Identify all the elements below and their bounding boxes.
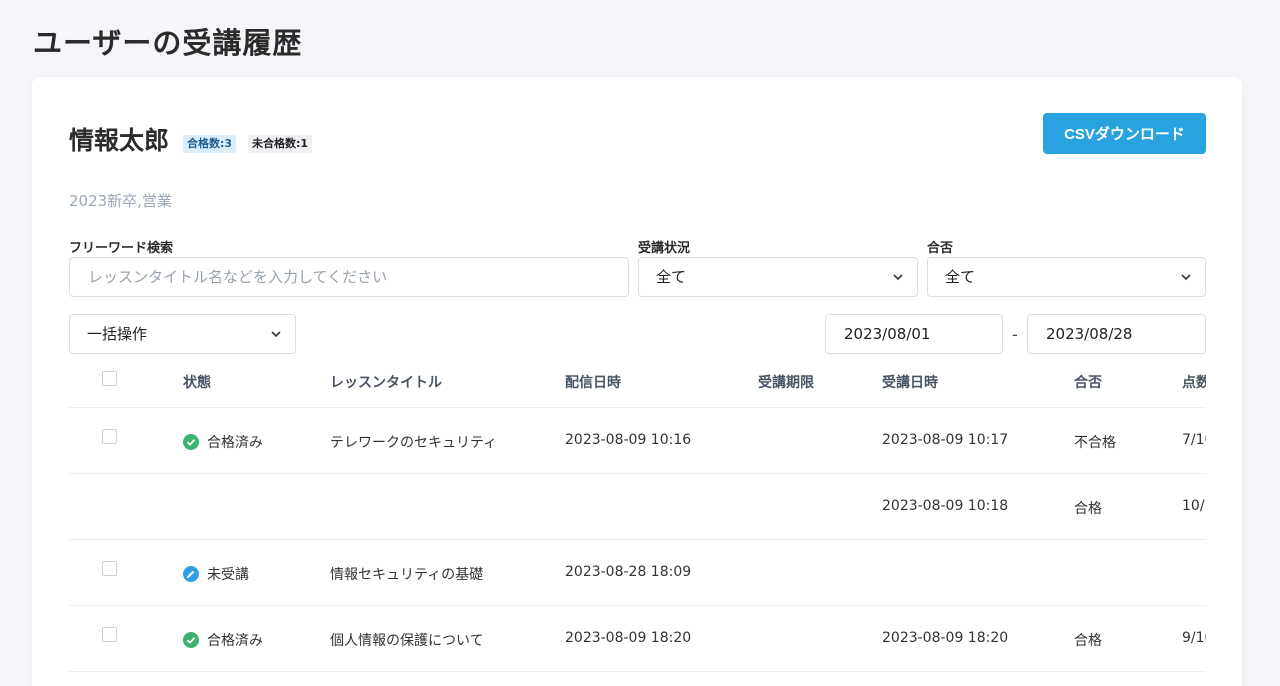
chevron-down-icon bbox=[271, 331, 281, 338]
date-range-separator: - bbox=[1012, 325, 1018, 344]
row-taken: 2023-08-09 10:18 bbox=[882, 498, 1009, 514]
row-title: 情報セキュリティの基礎 bbox=[330, 567, 484, 583]
header-score: 点数 bbox=[1182, 375, 1206, 391]
bulk-action-value: 一括操作 bbox=[87, 325, 148, 343]
bulk-action-select[interactable]: 一括操作 bbox=[69, 314, 296, 354]
check-circle-icon bbox=[183, 434, 199, 450]
keyword-label: フリーワード検索 bbox=[69, 241, 174, 256]
result-filter-select[interactable]: 全て bbox=[927, 257, 1206, 297]
pass-count-badge: 合格数:3 bbox=[183, 135, 237, 153]
header-deadline: 受講期限 bbox=[758, 375, 814, 391]
row-divider bbox=[69, 473, 1206, 474]
row-divider bbox=[69, 671, 1206, 672]
row-title: 個人情報の保護について bbox=[330, 633, 484, 649]
row-delivered: 2023-08-09 18:20 bbox=[565, 630, 692, 646]
row-score: 9/10 bbox=[1182, 630, 1206, 646]
csv-download-button[interactable]: CSVダウンロード bbox=[1043, 113, 1206, 154]
row-status: 合格済み bbox=[183, 432, 263, 452]
header-status: 状態 bbox=[183, 375, 211, 391]
row-divider bbox=[69, 407, 1206, 408]
header-result: 合否 bbox=[1074, 375, 1102, 391]
row-result: 合格 bbox=[1074, 501, 1102, 517]
history-card: 情報太郎 合格数:3 未合格数:1 CSVダウンロード 2023新卒,営業 フリ… bbox=[32, 77, 1242, 686]
row-status: 未受講 bbox=[183, 564, 249, 584]
result-filter-label: 合否 bbox=[927, 241, 954, 256]
row-delivered: 2023-08-28 18:09 bbox=[565, 564, 692, 580]
status-filter-value: 全て bbox=[656, 268, 687, 286]
row-checkbox[interactable] bbox=[102, 429, 117, 444]
check-circle-icon bbox=[183, 632, 199, 648]
fail-count-badge: 未合格数:1 bbox=[248, 135, 313, 153]
row-divider bbox=[69, 605, 1206, 606]
header-taken: 受講日時 bbox=[882, 375, 938, 391]
score-column-clip: 点数 7/10 10/10 9/10 bbox=[1169, 357, 1206, 686]
user-name: 情報太郎 bbox=[69, 126, 170, 155]
chevron-down-icon bbox=[1181, 274, 1191, 281]
row-status: 合格済み bbox=[183, 630, 263, 650]
date-to-input[interactable]: 2023/08/28 bbox=[1027, 314, 1206, 354]
row-title: テレワークのセキュリティ bbox=[330, 435, 498, 451]
keyword-search-input[interactable]: レッスンタイトル名などを入力してください bbox=[69, 257, 629, 297]
select-all-checkbox[interactable] bbox=[102, 371, 117, 386]
pencil-circle-icon bbox=[183, 566, 199, 582]
header-title: レッスンタイトル bbox=[330, 375, 442, 391]
result-filter-value: 全て bbox=[945, 268, 976, 286]
row-result: 不合格 bbox=[1074, 435, 1116, 451]
row-result: 合格 bbox=[1074, 633, 1102, 649]
user-groups: 2023新卒,営業 bbox=[69, 192, 172, 210]
page-title: ユーザーの受講履歴 bbox=[33, 26, 303, 60]
header-delivered: 配信日時 bbox=[565, 375, 621, 391]
date-from-input[interactable]: 2023/08/01 bbox=[825, 314, 1003, 354]
row-checkbox[interactable] bbox=[102, 561, 117, 576]
chevron-down-icon bbox=[893, 274, 903, 281]
row-delivered: 2023-08-09 10:16 bbox=[565, 432, 692, 448]
row-score: 7/10 bbox=[1182, 432, 1206, 448]
row-divider bbox=[69, 539, 1206, 540]
row-taken: 2023-08-09 10:17 bbox=[882, 432, 1009, 448]
status-filter-select[interactable]: 全て bbox=[638, 257, 918, 297]
row-score: 10/10 bbox=[1182, 498, 1206, 514]
row-checkbox[interactable] bbox=[102, 627, 117, 642]
status-filter-label: 受講状況 bbox=[638, 241, 691, 256]
row-taken: 2023-08-09 18:20 bbox=[882, 630, 1009, 646]
